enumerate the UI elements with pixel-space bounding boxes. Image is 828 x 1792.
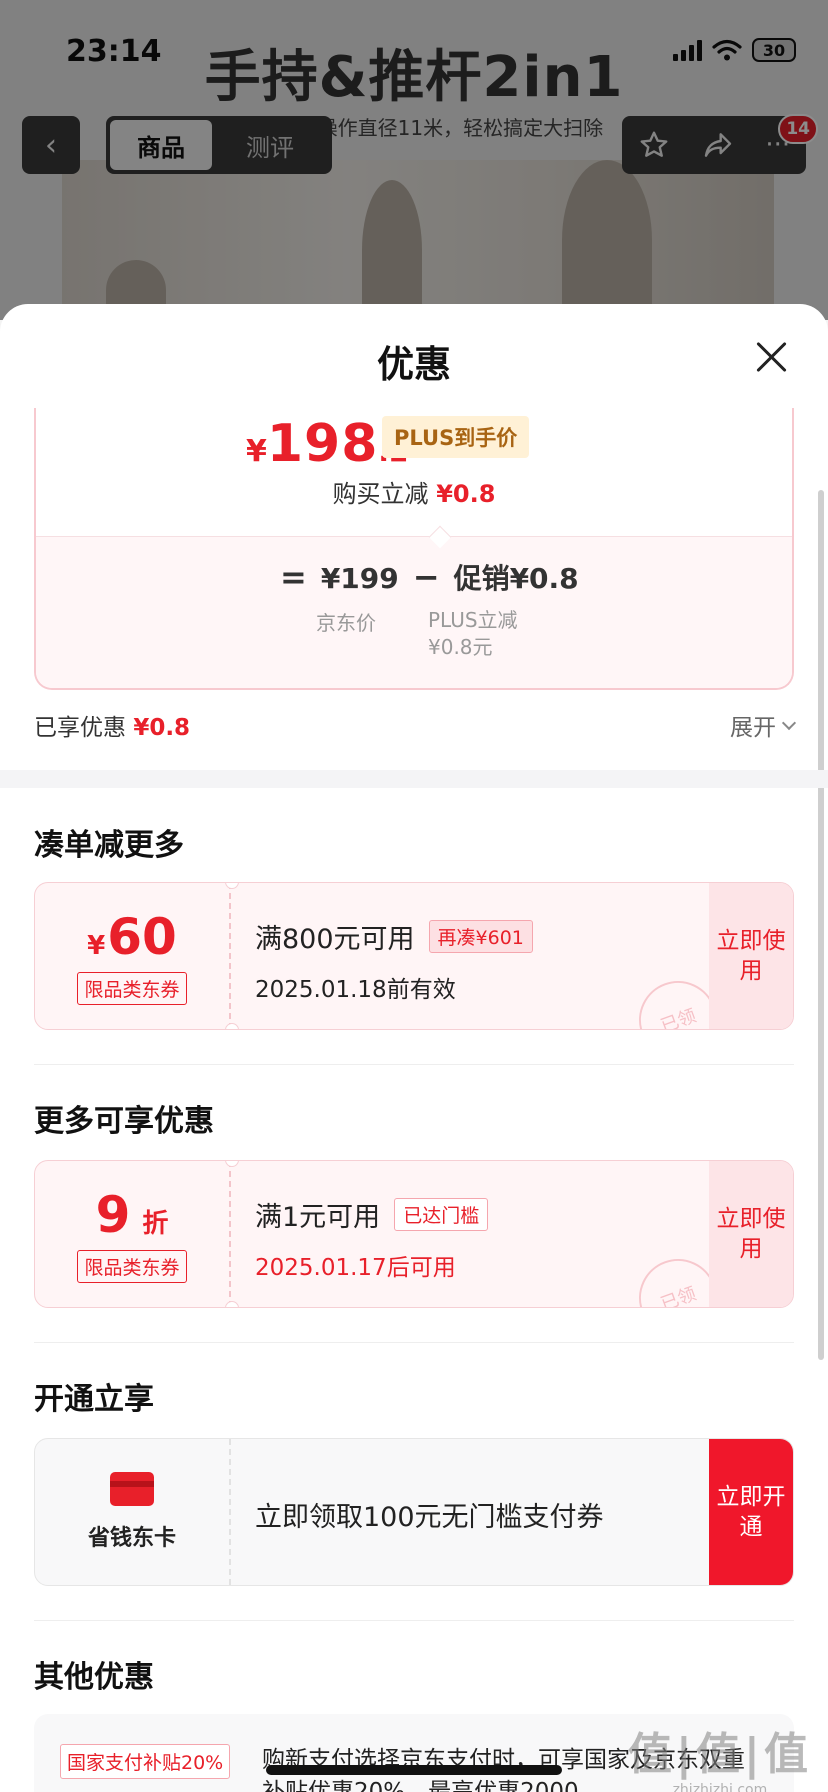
use-now-button[interactable]: 立即使用 [709,883,793,1029]
coupon-threshold-tag: 已达门槛 [394,1198,489,1231]
card-name: 省钱东卡 [87,1526,176,1551]
home-indicator[interactable] [266,1765,562,1775]
price-summary: ¥ 198 .2 PLUS到手价 购买立减 ¥0.8 [36,408,792,536]
section-title-others: 其他优惠 [34,1660,154,1695]
coupon-value: ¥ 60 限品类东券 [35,883,231,1029]
coupon-notch [225,1023,239,1029]
price-formula: = ¥199 − 促销¥0.8 京东价 PLUS立减 ¥0.8元 [36,536,792,688]
plus-reduction-note: PLUS立减 ¥0.8元 [428,607,518,661]
coupon-type: 限品类东券 [77,971,187,1005]
enjoyed-label: 已享优惠 [34,715,126,741]
coupon-number: 9 [95,1185,131,1244]
plus-reduction-value: ¥0.8元 [428,635,493,659]
coupon-card[interactable]: ¥ 60 限品类东券 满800元可用 再凑¥601 2025.01.18前有效 … [34,882,794,1030]
chevron-down-icon [781,715,797,730]
section-title-more-reduce: 凑单减更多 [34,828,184,863]
enjoyed-value: ¥0.8 [133,715,191,741]
subsidy-tag: 国家支付补贴20% [60,1744,231,1779]
purchase-reduction: 购买立减 ¥0.8 [36,474,792,509]
section-title-open-enjoy: 开通立享 [34,1382,154,1417]
section-title-more-offers: 更多可享优惠 [34,1104,214,1139]
price-breakdown-card: ¥ 198 .2 PLUS到手价 购买立减 ¥0.8 = ¥199 − 促销¥0… [34,408,794,690]
coupon-condition: 满1元可用 已达门槛 [255,1195,489,1234]
open-now-button[interactable]: 立即开通 [709,1439,793,1585]
coupon-validity: 2025.01.18前有效 [255,977,456,1003]
divider [34,1064,794,1065]
enjoyed-discount: 已享优惠 ¥0.8 [34,708,190,742]
credit-card-icon [110,1472,154,1506]
price-integer: 198 [266,414,379,474]
scrollbar[interactable] [818,490,824,1360]
promo-amount: 促销¥0.8 [453,562,579,595]
watermark-url: zhizhizhi.com [672,1782,768,1792]
card-offer-text: 立即领取100元无门槛支付券 [255,1502,604,1533]
coupon-amount: ¥ 60 [87,908,177,966]
sheet-title: 优惠 [377,343,451,386]
reduce-value: ¥0.8 [436,480,496,508]
jd-price-label: 京东价 [316,611,376,635]
watermark-logo: 值|值|值 [627,1729,812,1780]
expand-label: 展开 [730,715,776,741]
price-currency: ¥ [246,434,267,469]
site-watermark: 值|值|值 zhizhizhi.com [628,1718,812,1792]
divider [34,1620,794,1621]
reduce-label: 购买立减 [332,480,429,508]
plus-reduction-label: PLUS立减 [428,608,518,632]
divider [34,1342,794,1343]
overlay-dim[interactable] [0,0,828,320]
coupon-condition: 满800元可用 再凑¥601 [255,917,533,956]
minus-sign: − [412,558,440,596]
coupon-notch [225,1301,239,1307]
plus-price-tag: PLUS到手价 [382,416,530,458]
offers-sheet: 优惠 ¥ 198 .2 PLUS到手价 购买立减 ¥0.8 = ¥199 − 促… [0,304,828,1792]
close-icon[interactable] [754,340,788,374]
membership-card-offer[interactable]: 省钱东卡 立即领取100元无门槛支付券 立即开通 [34,1438,794,1586]
coupon-details: 满1元可用 已达门槛 2025.01.17后可用 [255,1195,489,1282]
coupon-validity: 2025.01.17后可用 [255,1255,456,1281]
coupon-condition-text: 满1元可用 [255,1202,381,1233]
coupon-type: 限品类东券 [77,1249,187,1283]
section-gap [0,770,828,788]
product-page-background: 手持&推杆2in1 线长5米，操作直径11米，轻松搞定大扫除 23:14 30 … [0,0,828,320]
coupon-details: 满800元可用 再凑¥601 2025.01.18前有效 [255,917,533,1004]
coupon-gap-tag: 再凑¥601 [428,920,533,953]
coupon-amount: 9 折 [96,1186,169,1244]
coupon-condition-text: 满800元可用 [255,924,415,955]
coupon-number: 60 [107,907,177,966]
use-now-button[interactable]: 立即使用 [709,1161,793,1307]
coupon-card[interactable]: 9 折 限品类东券 满1元可用 已达门槛 2025.01.17后可用 已领 立即… [34,1160,794,1308]
coupon-currency: ¥ [87,930,106,961]
jd-price: ¥199 [320,562,399,595]
expand-button[interactable]: 展开 [730,708,797,742]
coupon-value: 9 折 限品类东券 [35,1161,231,1307]
equals-sign: = [280,558,307,596]
coupon-unit: 折 [142,1208,169,1239]
card-badge: 省钱东卡 [35,1439,231,1585]
formula-row: = ¥199 − 促销¥0.8 [280,557,579,597]
